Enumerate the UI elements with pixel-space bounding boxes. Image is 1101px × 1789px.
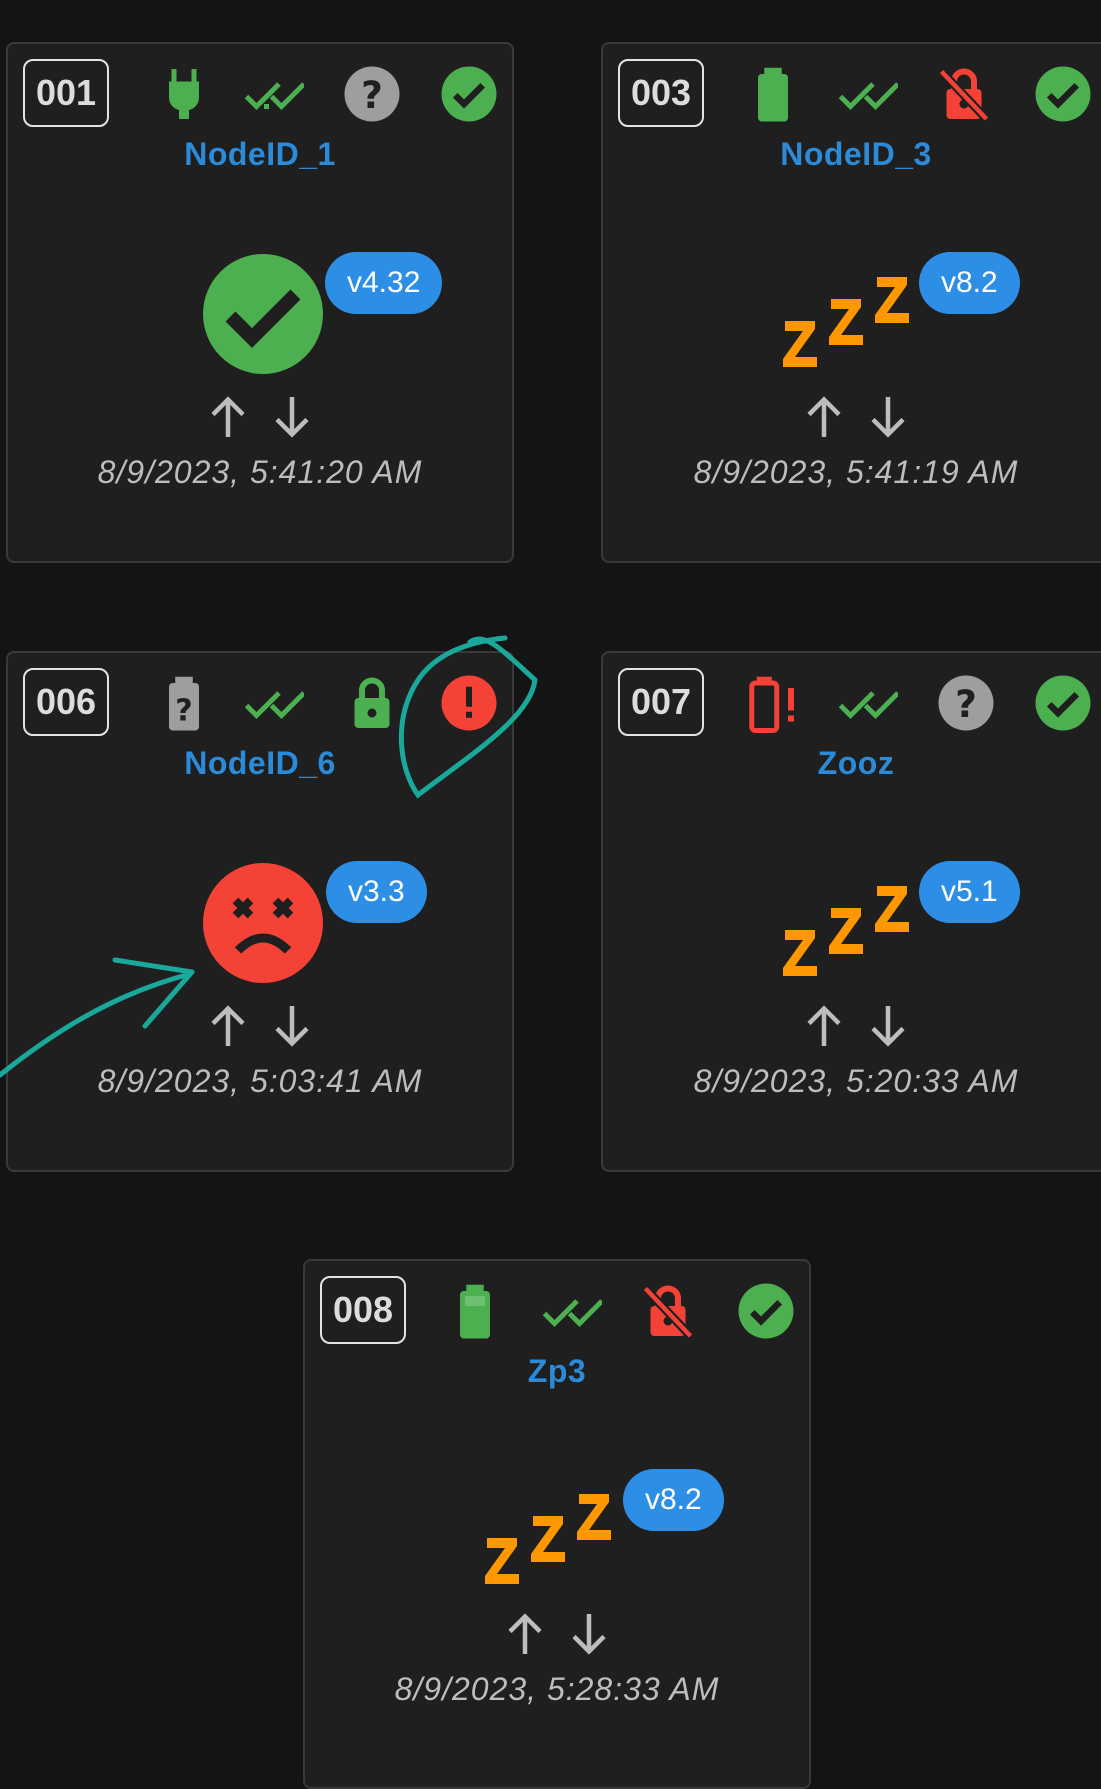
version-badge: v5.1 bbox=[919, 861, 1020, 923]
sleep-zzz-icon bbox=[485, 1476, 625, 1596]
lock-icon bbox=[342, 673, 402, 733]
node-name[interactable]: NodeID_1 bbox=[8, 136, 512, 173]
node-card[interactable]: 007 ? Zooz v5.1 8/9/2023, 5:20:33 AM bbox=[601, 651, 1101, 1172]
double-check-icon bbox=[244, 64, 304, 124]
help-circle-icon: ? bbox=[936, 673, 996, 733]
node-id-badge: 001 bbox=[23, 59, 109, 127]
version-badge: v4.32 bbox=[325, 252, 443, 314]
svg-text:?: ? bbox=[175, 694, 192, 729]
battery-unknown-icon: ? bbox=[154, 673, 214, 733]
node-id-badge: 003 bbox=[618, 59, 704, 127]
double-check-icon bbox=[838, 673, 898, 733]
version-badge: v8.2 bbox=[919, 252, 1020, 314]
double-check-icon bbox=[542, 1281, 602, 1341]
lock-off-icon bbox=[934, 64, 994, 124]
svg-text:?: ? bbox=[955, 682, 977, 726]
check-circle-icon bbox=[439, 64, 499, 124]
arrow-up-icon[interactable] bbox=[198, 996, 258, 1056]
arrow-down-icon[interactable] bbox=[858, 387, 918, 447]
node-id-badge: 008 bbox=[320, 1276, 406, 1344]
last-active-timestamp: 8/9/2023, 5:28:33 AM bbox=[394, 1671, 720, 1707]
double-check-icon bbox=[838, 64, 898, 124]
svg-text:?: ? bbox=[361, 73, 383, 117]
arrow-up-icon[interactable] bbox=[794, 996, 854, 1056]
double-check-icon bbox=[244, 673, 304, 733]
dead-face-icon bbox=[203, 863, 323, 983]
check-circle-icon bbox=[1033, 64, 1093, 124]
sleep-zzz-icon bbox=[783, 868, 923, 988]
arrow-down-icon[interactable] bbox=[559, 1604, 619, 1664]
help-circle-icon: ? bbox=[342, 64, 402, 124]
battery-full-icon bbox=[445, 1281, 505, 1341]
arrow-up-icon[interactable] bbox=[495, 1604, 555, 1664]
plug-icon bbox=[154, 64, 214, 124]
last-active-timestamp: 8/9/2023, 5:20:33 AM bbox=[693, 1063, 1019, 1099]
arrow-up-icon[interactable] bbox=[794, 387, 854, 447]
node-card[interactable]: 006 ? NodeID_6 v3.3 8/9/2023, 5:03:41 AM bbox=[6, 651, 514, 1172]
node-name[interactable]: Zooz bbox=[603, 745, 1101, 782]
last-active-timestamp: 8/9/2023, 5:03:41 AM bbox=[97, 1063, 423, 1099]
arrow-down-icon[interactable] bbox=[858, 996, 918, 1056]
alive-check-icon bbox=[203, 254, 323, 374]
battery-alert-icon bbox=[743, 673, 803, 733]
check-circle-icon bbox=[1033, 673, 1093, 733]
arrow-down-icon[interactable] bbox=[262, 996, 322, 1056]
sleep-zzz-icon bbox=[783, 259, 923, 379]
node-name[interactable]: NodeID_3 bbox=[603, 136, 1101, 173]
node-id-badge: 006 bbox=[23, 668, 109, 736]
node-name[interactable]: NodeID_6 bbox=[8, 745, 512, 782]
node-name[interactable]: Zp3 bbox=[305, 1353, 809, 1390]
last-active-timestamp: 8/9/2023, 5:41:19 AM bbox=[693, 454, 1019, 490]
node-card[interactable]: 008 Zp3 v8.2 8/9/2023, 5:28:33 AM bbox=[303, 1259, 811, 1789]
last-active-timestamp: 8/9/2023, 5:41:20 AM bbox=[97, 454, 423, 490]
node-card[interactable]: 003 NodeID_3 v8.2 8/9/2023, 5:41:19 AM bbox=[601, 42, 1101, 563]
arrow-up-icon[interactable] bbox=[198, 387, 258, 447]
alert-circle-icon bbox=[439, 673, 499, 733]
arrow-down-icon[interactable] bbox=[262, 387, 322, 447]
version-badge: v3.3 bbox=[326, 861, 427, 923]
version-badge: v8.2 bbox=[623, 1469, 724, 1531]
check-circle-icon bbox=[736, 1281, 796, 1341]
node-card[interactable]: 001 ? NodeID_1 v4.32 8/9/2023, 5:41:20 A… bbox=[6, 42, 514, 563]
battery-full-icon bbox=[743, 64, 803, 124]
lock-off-icon bbox=[638, 1281, 698, 1341]
node-id-badge: 007 bbox=[618, 668, 704, 736]
